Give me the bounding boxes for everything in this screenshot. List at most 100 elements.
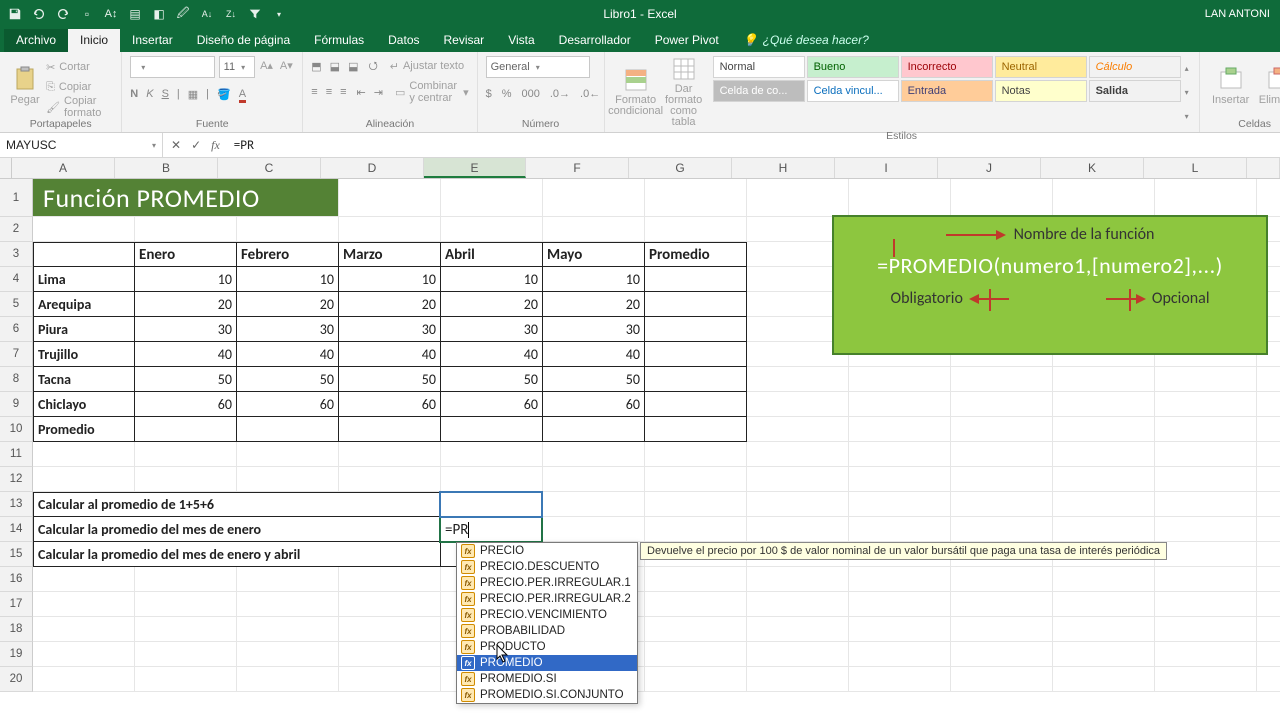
cell[interactable] — [1155, 417, 1257, 442]
tell-me-search[interactable]: 💡 ¿Qué desea hacer? — [731, 29, 881, 52]
cell[interactable]: Promedio — [33, 417, 135, 442]
name-box[interactable]: MAYUSC ▾ — [0, 133, 163, 157]
enter-formula-icon[interactable]: ✓ — [191, 138, 201, 152]
cell[interactable] — [747, 517, 849, 542]
cell[interactable] — [237, 442, 339, 467]
row-header[interactable]: 15 — [0, 542, 33, 567]
cell[interactable] — [1257, 517, 1280, 542]
cell[interactable] — [339, 417, 441, 442]
cell[interactable] — [1155, 179, 1257, 217]
cell[interactable]: 10 — [135, 267, 237, 292]
cell[interactable] — [237, 467, 339, 492]
cell[interactable]: 30 — [441, 317, 543, 342]
cell[interactable] — [1155, 667, 1257, 692]
cell[interactable]: 40 — [339, 342, 441, 367]
format-painter-button[interactable]: 🖌Copiar formato — [46, 98, 113, 116]
row-header[interactable]: 11 — [0, 442, 33, 467]
cell[interactable] — [1155, 542, 1257, 567]
tab-inicio[interactable]: Inicio — [68, 29, 120, 52]
cell[interactable] — [951, 367, 1053, 392]
cell[interactable] — [1155, 467, 1257, 492]
cell[interactable] — [645, 642, 747, 667]
style-incorrecto[interactable]: Incorrecto — [901, 56, 993, 78]
cut-button[interactable]: ✂Cortar — [46, 58, 113, 76]
cell[interactable] — [951, 392, 1053, 417]
cell[interactable] — [951, 617, 1053, 642]
align-center-icon[interactable]: ≡ — [326, 86, 332, 98]
cell[interactable] — [1053, 617, 1155, 642]
decrease-font-icon[interactable]: A▾ — [278, 56, 294, 74]
thousands-icon[interactable]: 000 — [522, 88, 540, 100]
cell[interactable] — [543, 179, 645, 217]
row-header[interactable]: 7 — [0, 342, 33, 367]
cell[interactable]: Mayo — [543, 242, 645, 267]
cell[interactable]: Calcular la promedio del mes de enero — [33, 517, 441, 542]
autocomplete-item[interactable]: fxPRECIO — [457, 543, 637, 559]
cell[interactable] — [849, 179, 951, 217]
cell[interactable] — [1155, 567, 1257, 592]
paste-button[interactable]: Pegar — [8, 56, 42, 116]
row-header[interactable]: 5 — [0, 292, 33, 317]
cell[interactable] — [441, 179, 543, 217]
cell[interactable] — [747, 442, 849, 467]
cell[interactable] — [237, 667, 339, 692]
cell[interactable] — [339, 592, 441, 617]
cell[interactable] — [237, 567, 339, 592]
cell[interactable] — [1257, 592, 1280, 617]
cell[interactable]: 40 — [135, 342, 237, 367]
cell[interactable]: 10 — [339, 267, 441, 292]
qat-icon[interactable]: A↕ — [104, 7, 118, 21]
cell[interactable] — [1053, 179, 1155, 217]
tab-diseno-pagina[interactable]: Diseño de página — [185, 29, 302, 52]
cell[interactable] — [135, 617, 237, 642]
row-header[interactable]: 20 — [0, 667, 33, 692]
cell[interactable] — [237, 642, 339, 667]
cell[interactable] — [849, 417, 951, 442]
cell[interactable] — [747, 567, 849, 592]
style-notas[interactable]: Notas — [995, 80, 1087, 102]
col-header[interactable]: L — [1144, 158, 1247, 178]
cell[interactable] — [135, 467, 237, 492]
cell[interactable] — [1155, 492, 1257, 517]
cell[interactable] — [645, 667, 747, 692]
insert-cells-button[interactable]: Insertar — [1208, 56, 1254, 116]
cell[interactable]: 20 — [441, 292, 543, 317]
cell[interactable] — [1155, 517, 1257, 542]
number-format-combo[interactable]: General▾ — [486, 56, 590, 78]
cell[interactable] — [135, 667, 237, 692]
cell[interactable]: Arequipa — [33, 292, 135, 317]
tab-powerpivot[interactable]: Power Pivot — [643, 29, 731, 52]
row-header[interactable]: 16 — [0, 567, 33, 592]
cell[interactable] — [747, 467, 849, 492]
align-bottom-icon[interactable]: ⬓ — [348, 60, 358, 73]
style-calculo[interactable]: Cálculo — [1089, 56, 1181, 78]
cell[interactable] — [1155, 592, 1257, 617]
cell[interactable] — [1155, 617, 1257, 642]
cell[interactable] — [1155, 642, 1257, 667]
qat-icon[interactable]: ▫ — [80, 7, 94, 21]
row-header[interactable]: 13 — [0, 492, 33, 517]
style-bueno[interactable]: Bueno — [807, 56, 899, 78]
style-celda-comprobacion[interactable]: Celda de co... — [713, 80, 805, 102]
cell[interactable]: 50 — [339, 367, 441, 392]
select-all-corner[interactable] — [0, 158, 12, 178]
cell[interactable]: 40 — [441, 342, 543, 367]
row-header[interactable]: 6 — [0, 317, 33, 342]
cell[interactable] — [645, 442, 747, 467]
cell[interactable] — [849, 617, 951, 642]
qat-icon[interactable]: ▤ — [128, 7, 142, 21]
cell[interactable]: Calcular la promedio del mes de enero y … — [33, 542, 441, 567]
cell[interactable] — [951, 442, 1053, 467]
row-header[interactable]: 3 — [0, 242, 33, 267]
cell[interactable] — [951, 517, 1053, 542]
cell[interactable]: 10 — [543, 267, 645, 292]
col-header[interactable]: A — [12, 158, 115, 178]
cell[interactable] — [1257, 442, 1280, 467]
cell[interactable]: 40 — [543, 342, 645, 367]
cell[interactable] — [1053, 417, 1155, 442]
row-header[interactable]: 1 — [0, 179, 33, 217]
cell[interactable] — [543, 467, 645, 492]
cell[interactable] — [645, 367, 747, 392]
qat-icon[interactable]: ◧ — [152, 7, 166, 21]
cell[interactable] — [1257, 642, 1280, 667]
